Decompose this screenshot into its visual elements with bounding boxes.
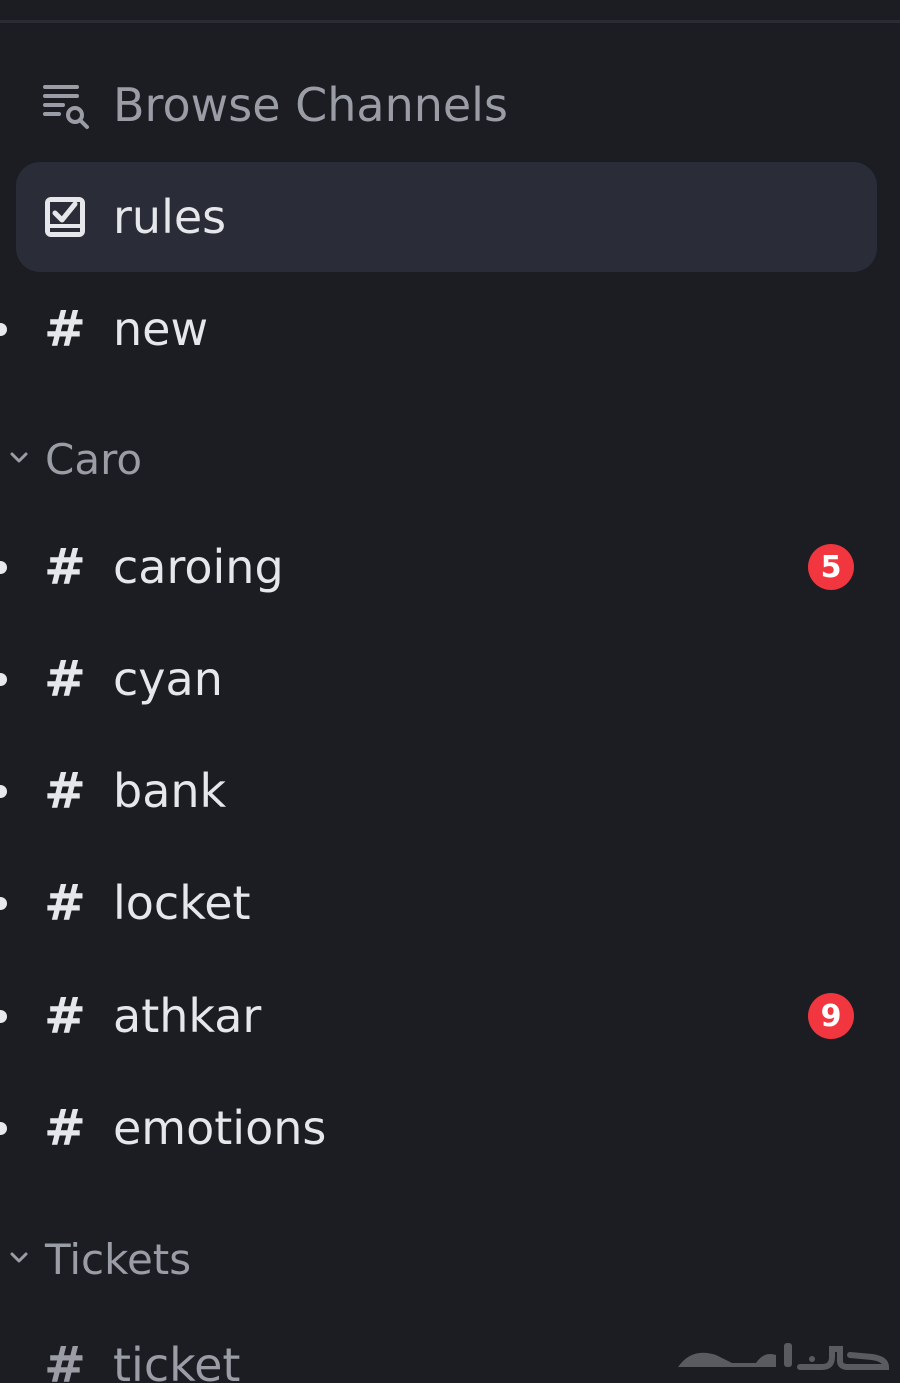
chevron-down-icon <box>10 1252 28 1263</box>
channel-label: new <box>113 302 209 356</box>
unread-indicator <box>0 784 7 798</box>
category-label: Tickets <box>45 1235 192 1284</box>
channel-item-bank[interactable]: # bank <box>0 736 900 846</box>
hash-icon: # <box>44 538 86 596</box>
hash-icon: # <box>44 762 86 820</box>
unread-indicator <box>0 1009 7 1023</box>
channel-label: bank <box>113 764 227 818</box>
channel-label: caroing <box>113 540 284 594</box>
unread-indicator <box>0 322 7 336</box>
category-label: Caro <box>45 435 143 484</box>
channel-label: athkar <box>113 989 262 1043</box>
unread-indicator <box>0 672 7 686</box>
channel-item-athkar[interactable]: # athkar 9 <box>0 961 900 1071</box>
channel-sidebar: Browse Channels rules # new Caro # caroi… <box>0 0 900 1383</box>
channel-item-caroing[interactable]: # caroing 5 <box>0 512 900 622</box>
hash-icon: # <box>44 987 86 1045</box>
channel-label: ticket <box>113 1338 241 1383</box>
rules-checkbox-icon <box>40 192 90 242</box>
channel-item-cyan[interactable]: # cyan <box>0 624 900 734</box>
channel-label: locket <box>113 876 251 930</box>
watermark-logo <box>678 1343 890 1370</box>
hash-icon: # <box>44 1099 86 1157</box>
channel-item-locket[interactable]: # locket <box>0 848 900 958</box>
hash-icon: # <box>44 650 86 708</box>
hash-icon: # <box>44 1336 86 1383</box>
channel-item-rules[interactable]: rules <box>0 162 900 272</box>
mention-badge: 9 <box>808 993 854 1039</box>
channel-label: emotions <box>113 1101 327 1155</box>
category-tickets[interactable]: Tickets <box>0 1226 900 1296</box>
unread-indicator <box>0 896 7 910</box>
browse-channels-icon <box>40 80 90 130</box>
channel-item-emotions[interactable]: # emotions <box>0 1073 900 1183</box>
channel-label: cyan <box>113 652 223 706</box>
unread-indicator <box>0 1121 7 1135</box>
mention-badge: 5 <box>808 544 854 590</box>
hash-icon: # <box>44 874 86 932</box>
hash-icon: # <box>44 300 86 358</box>
channel-label: rules <box>113 190 227 244</box>
channel-item-new[interactable]: # new <box>0 274 900 384</box>
unread-indicator <box>0 560 7 574</box>
category-caro[interactable]: Caro <box>0 426 900 496</box>
browse-channels-button[interactable]: Browse Channels <box>0 50 900 160</box>
top-divider <box>0 20 900 23</box>
chevron-down-icon <box>10 452 28 463</box>
browse-channels-label: Browse Channels <box>113 78 508 132</box>
